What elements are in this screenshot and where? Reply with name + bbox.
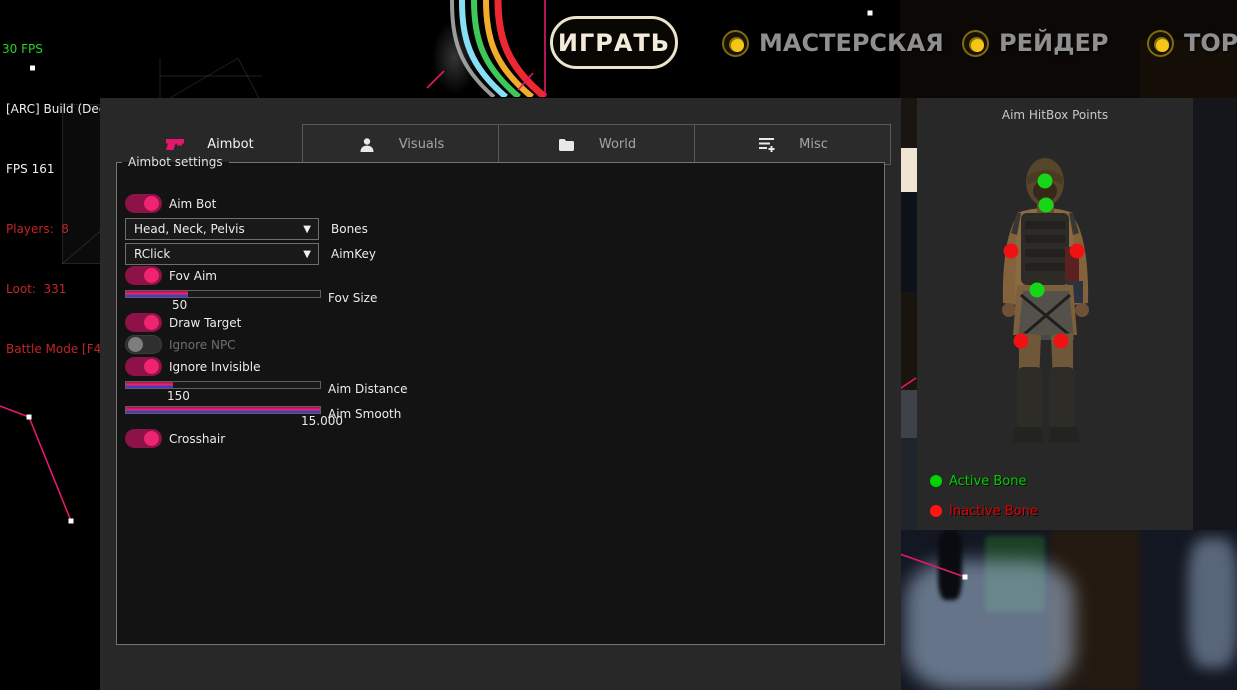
- rainbow-smudge: [432, 20, 477, 95]
- menu-item-label: РЕЙДЕР: [999, 29, 1108, 57]
- draw-target-label: Draw Target: [169, 316, 241, 330]
- hitbox-point-active: [1038, 174, 1053, 189]
- tab-label: Aimbot: [207, 137, 253, 152]
- menu-item-label: МАСТЕРСКАЯ: [759, 29, 944, 57]
- fov-size-value: 50: [172, 298, 187, 312]
- coin-icon: [962, 30, 989, 57]
- aimbot-settings-title: Aimbot settings: [122, 155, 229, 169]
- hitbox-point-inactive: [1004, 244, 1019, 259]
- crosshair-toggle[interactable]: [125, 429, 162, 448]
- background-gap-strip: [901, 98, 917, 530]
- bones-dropdown-value: Head, Neck, Pelvis: [134, 222, 245, 236]
- gap-navy-patch: [901, 192, 917, 292]
- menu-item-workshop[interactable]: МАСТЕРСКАЯ: [722, 27, 944, 59]
- crosshair-label: Crosshair: [169, 432, 225, 446]
- hitbox-point-inactive: [1054, 334, 1069, 349]
- aim-distance-slider-fill: [126, 382, 173, 388]
- dark-column: [938, 530, 962, 600]
- cheat-menu-panel: Aimbot Visuals World: [100, 98, 901, 690]
- hitbox-point-inactive: [1014, 334, 1029, 349]
- fov-size-slider-fill: [126, 291, 188, 297]
- inactive-bone-dot-icon: [930, 505, 942, 517]
- fov-aim-toggle[interactable]: [125, 266, 162, 285]
- legend-inactive-bone: Inactive Bone: [930, 503, 1038, 519]
- gap-cream-patch: [901, 148, 917, 192]
- hitbox-points: [977, 155, 1117, 455]
- legend-label: Active Bone: [949, 474, 1026, 489]
- chevron-down-icon: ▼: [303, 245, 311, 265]
- tab-label: World: [599, 137, 636, 152]
- pistol-icon: [165, 137, 185, 153]
- play-button-label: ИГРАТЬ: [558, 29, 670, 57]
- aim-bot-toggle[interactable]: [125, 194, 162, 213]
- draw-target-toggle[interactable]: [125, 313, 162, 332]
- play-button[interactable]: ИГРАТЬ: [550, 16, 678, 69]
- aimbot-settings-body: Aim Bot Head, Neck, Pelvis ▼ Bones RClic…: [117, 169, 884, 644]
- active-bone-dot-icon: [930, 475, 942, 487]
- gap-gray-patch: [901, 390, 917, 438]
- sky-patch-right: [1188, 538, 1237, 668]
- sliders-icon: [757, 137, 777, 153]
- menu-item-trader[interactable]: ТОРГО: [1147, 27, 1237, 59]
- gap-dark-patch: [901, 438, 917, 530]
- menu-item-raider[interactable]: РЕЙДЕР: [962, 27, 1108, 59]
- hitbox-point-active: [1039, 198, 1054, 213]
- aim-bot-label: Aim Bot: [169, 197, 216, 211]
- gap-brown-patch: [901, 292, 917, 390]
- aim-smooth-label: Aim Smooth: [328, 407, 401, 421]
- hitbox-point-inactive: [1070, 244, 1085, 259]
- aimkey-dropdown[interactable]: RClick ▼: [125, 243, 319, 265]
- coin-icon: [722, 30, 749, 57]
- hud-fps-overlay: 30 FPS: [2, 39, 225, 59]
- hitbox-panel-title: Aim HitBox Points: [917, 108, 1193, 122]
- aim-smooth-slider[interactable]: [125, 406, 321, 414]
- legend-active-bone: Active Bone: [930, 473, 1026, 489]
- aimbot-settings-group: Aimbot settings Aim Bot Head, Neck, Pelv…: [116, 155, 885, 645]
- ignore-npc-toggle[interactable]: [125, 335, 162, 354]
- ignore-npc-label: Ignore NPC: [169, 338, 236, 352]
- ignore-invisible-toggle[interactable]: [125, 357, 162, 376]
- aim-distance-label: Aim Distance: [328, 382, 408, 396]
- tab-label: Visuals: [399, 137, 445, 152]
- bones-label: Bones: [331, 222, 368, 236]
- sky-patch: [905, 560, 1075, 690]
- tab-label: Misc: [799, 137, 828, 152]
- chevron-down-icon: ▼: [303, 220, 311, 240]
- hitbox-panel: Aim HitBox Points: [917, 98, 1193, 530]
- aimkey-dropdown-value: RClick: [134, 247, 170, 261]
- player-model: [977, 155, 1117, 455]
- folder-icon: [557, 137, 577, 153]
- bones-dropdown[interactable]: Head, Neck, Pelvis ▼: [125, 218, 319, 240]
- legend-label: Inactive Bone: [949, 504, 1038, 519]
- ignore-invisible-label: Ignore Invisible: [169, 360, 260, 374]
- fov-size-label: Fov Size: [328, 291, 377, 305]
- person-icon: [357, 137, 377, 153]
- background-bottom-scene: [900, 530, 1237, 690]
- menu-item-label: ТОРГО: [1184, 29, 1237, 57]
- hitbox-point-active: [1030, 283, 1045, 298]
- aim-distance-slider[interactable]: [125, 381, 321, 389]
- fov-size-slider[interactable]: [125, 290, 321, 298]
- fov-aim-label: Fov Aim: [169, 269, 217, 283]
- aim-smooth-slider-fill: [126, 407, 320, 413]
- aim-distance-value: 150: [167, 389, 190, 403]
- coin-icon: [1147, 30, 1174, 57]
- aimkey-label: AimKey: [331, 247, 376, 261]
- game-screen: { "colors": { "accent_pink": "#ee2470", …: [0, 0, 1237, 690]
